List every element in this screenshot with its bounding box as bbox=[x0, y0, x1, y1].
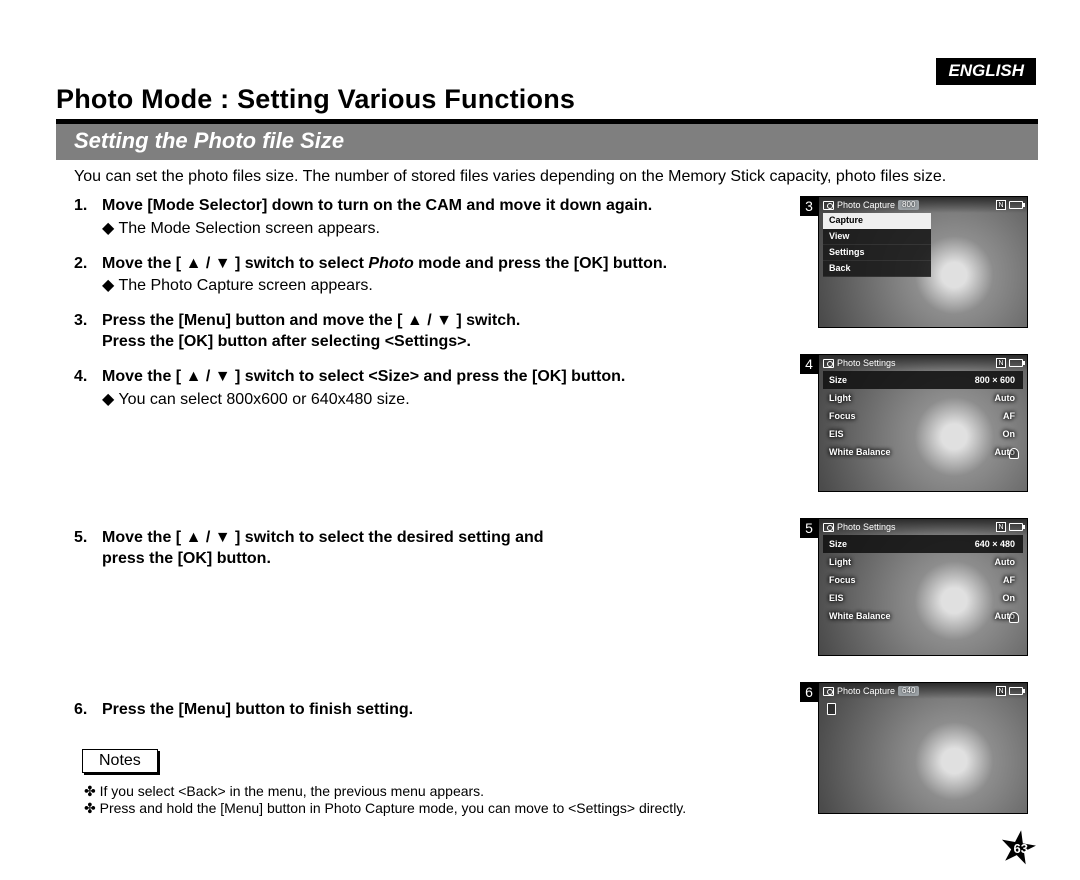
setting-wb: White BalanceAuto bbox=[823, 443, 1023, 461]
battery-icon bbox=[1009, 687, 1023, 695]
menu-item-view: View bbox=[823, 229, 931, 245]
setting-size: Size640 × 480 bbox=[823, 535, 1023, 553]
figure-3: 3 Photo Capture 800 N Capture View S bbox=[800, 196, 1038, 328]
screenshot-photo-capture-final: Photo Capture 640 N bbox=[818, 682, 1028, 814]
page-title: Photo Mode : Setting Various Functions bbox=[56, 84, 1038, 115]
menu-item-settings: Settings bbox=[823, 245, 931, 261]
menu-item-back: Back bbox=[823, 261, 931, 277]
card-icon: N bbox=[996, 200, 1006, 210]
step-sub: The Photo Capture screen appears. bbox=[102, 276, 794, 297]
notes-list: If you select <Back> in the menu, the pr… bbox=[56, 783, 794, 817]
screen-title: Photo Capture bbox=[837, 200, 895, 210]
manual-page: ENGLISH Photo Mode : Setting Various Fun… bbox=[0, 0, 1080, 880]
page-number: 63 bbox=[1014, 841, 1028, 856]
figures-column: 3 Photo Capture 800 N Capture View S bbox=[800, 196, 1038, 840]
note-item: Press and hold the [Menu] button in Phot… bbox=[84, 800, 794, 817]
battery-icon bbox=[1009, 201, 1023, 209]
step-3: Press the [Menu] button and move the [ ▲… bbox=[74, 311, 794, 353]
step-1: Move [Mode Selector] down to turn on the… bbox=[74, 196, 794, 240]
screenshot-settings-640: Photo Settings N Size640 × 480 LightAuto… bbox=[818, 518, 1028, 656]
setting-eis: EISOn bbox=[823, 425, 1023, 443]
figure-number: 3 bbox=[800, 196, 818, 216]
figure-number: 6 bbox=[800, 682, 818, 702]
step-sub: You can select 800x600 or 640x480 size. bbox=[102, 390, 794, 411]
figure-number: 5 bbox=[800, 518, 818, 538]
card-icon: N bbox=[996, 522, 1006, 532]
step-text: Press the [Menu] button and move the [ ▲… bbox=[102, 312, 520, 329]
camera-icon bbox=[823, 523, 834, 532]
camera-icon bbox=[823, 359, 834, 368]
step-text-2: Press the [OK] button after selecting <S… bbox=[102, 333, 471, 350]
step-text-2: press the [OK] button. bbox=[102, 550, 271, 567]
section-heading: Setting the Photo file Size bbox=[56, 122, 1038, 160]
setting-eis: EISOn bbox=[823, 589, 1023, 607]
memory-stick-icon bbox=[827, 703, 836, 715]
card-icon: N bbox=[996, 686, 1006, 696]
figure-6: 6 Photo Capture 640 N bbox=[800, 682, 1038, 814]
note-item: If you select <Back> in the menu, the pr… bbox=[84, 783, 794, 800]
step-5: Move the [ ▲ / ▼ ] switch to select the … bbox=[74, 528, 794, 570]
step-6: Press the [Menu] button to finish settin… bbox=[74, 700, 794, 721]
hand-icon bbox=[1009, 448, 1019, 459]
setting-focus: FocusAF bbox=[823, 571, 1023, 589]
step-text: Move the [ ▲ / ▼ ] switch to select the … bbox=[102, 529, 544, 546]
language-badge: ENGLISH bbox=[936, 58, 1036, 85]
step-sub: The Mode Selection screen appears. bbox=[102, 219, 794, 240]
screen-title: Photo Settings bbox=[837, 358, 896, 368]
hand-icon bbox=[1009, 612, 1019, 623]
size-badge: 640 bbox=[898, 686, 919, 696]
camera-icon bbox=[823, 687, 834, 696]
setting-focus: FocusAF bbox=[823, 407, 1023, 425]
screen-title: Photo Capture bbox=[837, 686, 895, 696]
settings-list: Size640 × 480 LightAuto FocusAF EISOn Wh… bbox=[823, 535, 1023, 625]
battery-icon bbox=[1009, 359, 1023, 367]
intro-text: You can set the photo files size. The nu… bbox=[74, 168, 1036, 186]
step-text: Move the [ ▲ / ▼ ] switch to select <Siz… bbox=[102, 368, 625, 385]
setting-light: LightAuto bbox=[823, 553, 1023, 571]
step-2: Move the [ ▲ / ▼ ] switch to select Phot… bbox=[74, 254, 794, 298]
settings-list: Size800 × 600 LightAuto FocusAF EISOn Wh… bbox=[823, 371, 1023, 461]
screenshot-photo-capture-menu: Photo Capture 800 N Capture View Setting… bbox=[818, 196, 1028, 328]
setting-size: Size800 × 600 bbox=[823, 371, 1023, 389]
figure-number: 4 bbox=[800, 354, 818, 374]
setting-wb: White BalanceAuto bbox=[823, 607, 1023, 625]
figure-4: 4 Photo Settings N Size800 × 600 LightAu… bbox=[800, 354, 1038, 492]
battery-icon bbox=[1009, 523, 1023, 531]
step-text: Move the [ ▲ / ▼ ] switch to select Phot… bbox=[102, 255, 667, 272]
step-text: Move [Mode Selector] down to turn on the… bbox=[102, 197, 652, 214]
size-badge: 800 bbox=[898, 200, 919, 210]
card-icon: N bbox=[996, 358, 1006, 368]
notes-heading: Notes bbox=[82, 749, 158, 773]
setting-light: LightAuto bbox=[823, 389, 1023, 407]
capture-menu: Capture View Settings Back bbox=[823, 213, 1023, 277]
camera-icon bbox=[823, 201, 834, 210]
menu-item-capture: Capture bbox=[823, 213, 931, 229]
screenshot-settings-800: Photo Settings N Size800 × 600 LightAuto… bbox=[818, 354, 1028, 492]
screen-title: Photo Settings bbox=[837, 522, 896, 532]
instructions-column: Move [Mode Selector] down to turn on the… bbox=[56, 196, 794, 840]
step-4: Move the [ ▲ / ▼ ] switch to select <Siz… bbox=[74, 367, 794, 411]
figure-5: 5 Photo Settings N Size640 × 480 LightAu… bbox=[800, 518, 1038, 656]
step-text: Press the [Menu] button to finish settin… bbox=[102, 701, 413, 718]
